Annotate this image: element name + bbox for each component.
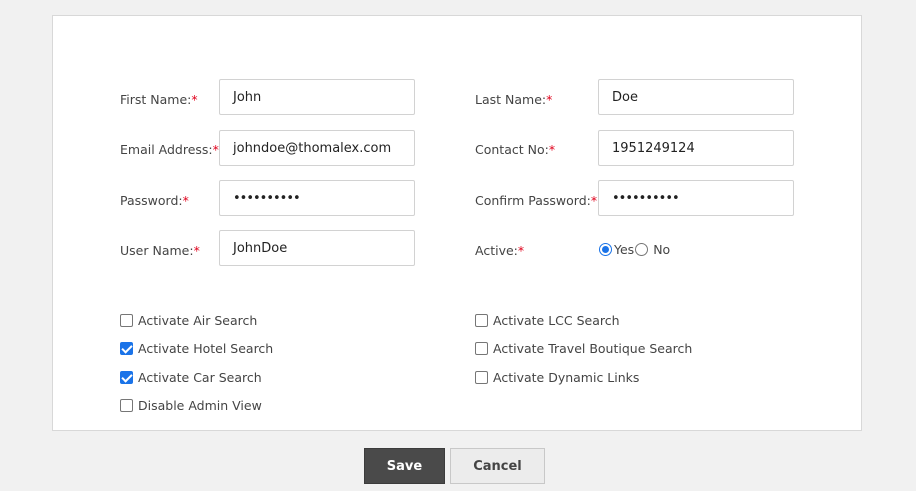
required-mark: * xyxy=(590,193,598,208)
contact-input[interactable]: 1951249124 xyxy=(598,130,794,166)
activate-lcc-search-label[interactable]: Activate LCC Search xyxy=(493,313,620,328)
required-mark: * xyxy=(517,243,525,258)
checkbox-unchecked-icon[interactable] xyxy=(475,371,488,384)
activate-lcc-search-checkbox[interactable]: Activate LCC Search xyxy=(475,313,620,328)
user-name-label-text: User Name: xyxy=(120,243,194,258)
checkbox-unchecked-icon[interactable] xyxy=(475,314,488,327)
required-mark: * xyxy=(191,92,198,107)
activate-hotel-search-label[interactable]: Activate Hotel Search xyxy=(138,341,273,356)
active-no-label[interactable]: No xyxy=(653,242,670,257)
password-label: Password:* xyxy=(120,193,189,209)
contact-label-text: Contact No: xyxy=(475,142,549,157)
activate-air-search-checkbox[interactable]: Activate Air Search xyxy=(120,313,257,328)
save-button[interactable]: Save xyxy=(364,448,445,484)
required-mark: * xyxy=(546,92,553,107)
cancel-button[interactable]: Cancel xyxy=(450,448,545,484)
checkbox-unchecked-icon[interactable] xyxy=(120,314,133,327)
email-label-text: Email Address: xyxy=(120,142,213,157)
confirm-password-input[interactable]: •••••••••• xyxy=(598,180,794,216)
active-yes-label[interactable]: Yes xyxy=(614,242,634,257)
active-no-radio[interactable] xyxy=(635,243,649,256)
checkbox-checked-icon[interactable] xyxy=(120,371,133,384)
activate-dynamic-links-checkbox[interactable]: Activate Dynamic Links xyxy=(475,370,639,385)
activate-travel-boutique-search-checkbox[interactable]: Activate Travel Boutique Search xyxy=(475,341,692,356)
activate-air-search-label[interactable]: Activate Air Search xyxy=(138,313,257,328)
email-label: Email Address:* xyxy=(120,142,219,158)
active-label-text: Active: xyxy=(475,243,518,258)
last-name-label: Last Name:* xyxy=(475,92,552,108)
last-name-label-text: Last Name: xyxy=(475,92,547,107)
activate-car-search-label[interactable]: Activate Car Search xyxy=(138,370,262,385)
active-radio-group: Yes No xyxy=(599,242,671,257)
activate-hotel-search-checkbox[interactable]: Activate Hotel Search xyxy=(120,341,273,356)
required-mark: * xyxy=(548,142,556,157)
last-name-input[interactable]: Doe xyxy=(598,79,794,115)
user-name-label: User Name:* xyxy=(120,243,200,259)
required-mark: * xyxy=(212,142,219,157)
disable-admin-view-label[interactable]: Disable Admin View xyxy=(138,398,262,413)
confirm-password-label: Confirm Password:* xyxy=(475,193,597,209)
activate-travel-boutique-search-label[interactable]: Activate Travel Boutique Search xyxy=(493,341,692,356)
password-label-text: Password: xyxy=(120,193,183,208)
confirm-password-label-text: Confirm Password: xyxy=(475,193,591,208)
disable-admin-view-checkbox[interactable]: Disable Admin View xyxy=(120,398,262,413)
required-mark: * xyxy=(193,243,200,258)
checkbox-unchecked-icon[interactable] xyxy=(120,399,133,412)
first-name-label-text: First Name: xyxy=(120,92,192,107)
checkbox-unchecked-icon[interactable] xyxy=(475,342,488,355)
checkbox-checked-icon[interactable] xyxy=(120,342,133,355)
contact-label: Contact No:* xyxy=(475,142,555,158)
active-label: Active:* xyxy=(475,243,524,259)
required-mark: * xyxy=(182,193,189,208)
activate-car-search-checkbox[interactable]: Activate Car Search xyxy=(120,370,262,385)
user-form-panel: First Name:* John Last Name:* Doe Email … xyxy=(52,15,862,431)
first-name-label: First Name:* xyxy=(120,92,198,108)
email-input[interactable]: johndoe@thomalex.com xyxy=(219,130,415,166)
active-yes-radio[interactable] xyxy=(599,243,612,256)
first-name-input[interactable]: John xyxy=(219,79,415,115)
activate-dynamic-links-label[interactable]: Activate Dynamic Links xyxy=(493,370,639,385)
password-input[interactable]: •••••••••• xyxy=(219,180,415,216)
user-name-input[interactable]: JohnDoe xyxy=(219,230,415,266)
